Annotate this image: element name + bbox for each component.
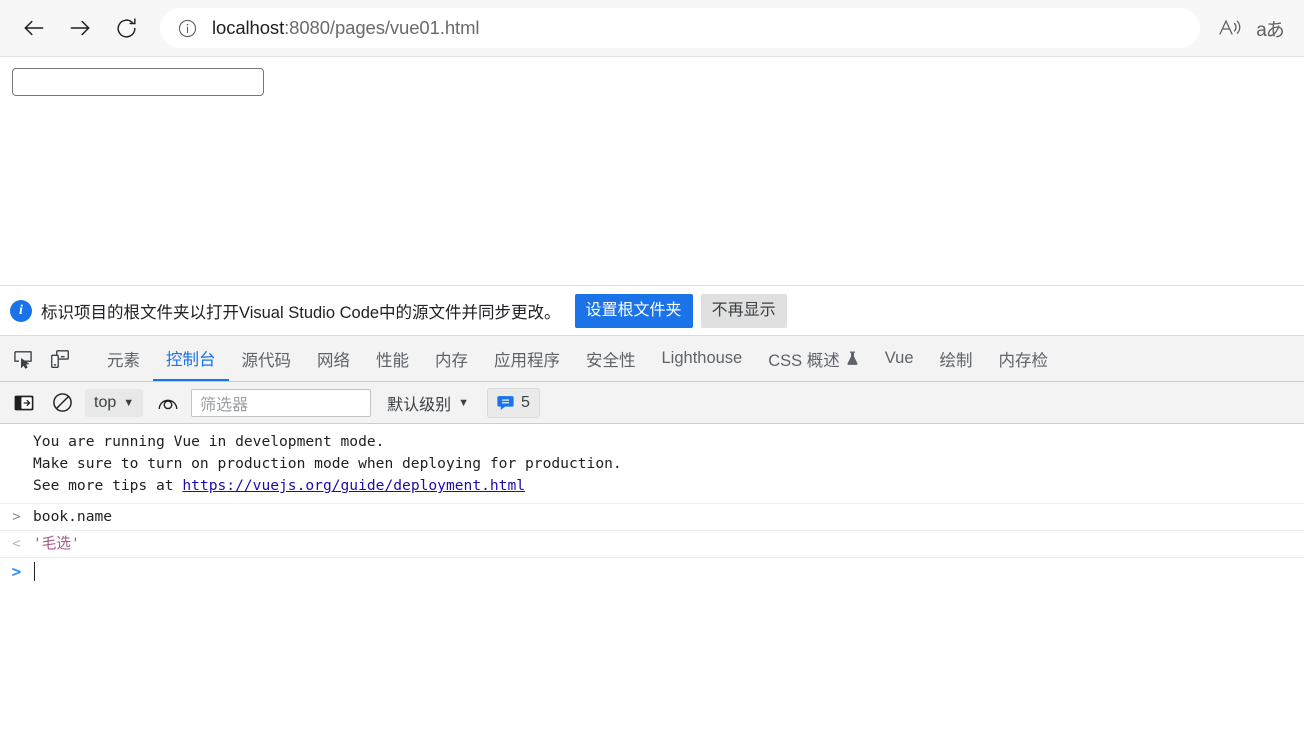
console-message-vue-warning: You are running Vue in development mode.… xyxy=(0,424,1304,504)
live-expression-button[interactable] xyxy=(153,388,183,418)
message-count-badge[interactable]: 5 xyxy=(487,387,540,418)
arrow-left-icon xyxy=(24,20,44,36)
tab-label: 绘制 xyxy=(939,351,973,370)
log-level-selector[interactable]: 默认级别 ▼ xyxy=(387,391,469,415)
inspect-element-icon xyxy=(14,350,32,369)
prompt-icon: > xyxy=(11,562,22,581)
console-output[interactable]: You are running Vue in development mode.… xyxy=(0,424,1304,754)
speech-bubble-icon xyxy=(497,395,514,411)
forward-button[interactable] xyxy=(60,8,100,48)
tab-label: 安全性 xyxy=(586,351,636,370)
tab-elements[interactable]: 元素 xyxy=(94,336,153,381)
input-gutter-icon: > xyxy=(12,509,21,525)
inspect-element-button[interactable] xyxy=(6,342,40,376)
tab-label: 性能 xyxy=(376,351,409,370)
tab-label: 网络 xyxy=(317,351,350,370)
read-aloud-button[interactable] xyxy=(1210,8,1250,48)
tab-security[interactable]: 安全性 xyxy=(573,336,649,381)
translate-icon: aあ xyxy=(1256,19,1285,41)
vscode-notice-bar: i 标识项目的根文件夹以打开Visual Studio Code中的源文件并同步… xyxy=(0,285,1304,336)
clear-console-icon xyxy=(52,393,72,412)
console-filter-input[interactable]: 筛选器 xyxy=(191,388,372,417)
output-gutter-icon: < xyxy=(12,536,21,552)
tab-label: 应用程序 xyxy=(494,351,560,370)
message-count: 5 xyxy=(521,393,530,411)
address-bar[interactable]: localhost:8080/pages/vue01.html xyxy=(160,8,1200,48)
console-output-value: '毛选' xyxy=(33,535,80,552)
tab-label: 控制台 xyxy=(166,350,216,369)
filter-placeholder: 筛选器 xyxy=(200,396,249,414)
url-host: localhost xyxy=(212,17,285,38)
tab-css-overview[interactable]: CSS 概述 xyxy=(755,336,872,381)
tab-console[interactable]: 控制台 xyxy=(153,336,229,381)
console-sidebar-icon xyxy=(14,395,34,410)
tab-memory[interactable]: 内存 xyxy=(422,336,481,381)
tab-label: Lighthouse xyxy=(661,349,743,367)
device-toolbar-button[interactable] xyxy=(43,342,77,376)
console-empty-area[interactable] xyxy=(0,585,1304,725)
warning-line-3: See more tips at xyxy=(33,477,183,494)
devtools-panel: 元素 控制台 源代码 网络 性能 内存 应用程序 安全性 Lighthouse … xyxy=(0,336,1304,754)
info-icon: i xyxy=(10,299,32,322)
dont-show-again-button[interactable]: 不再显示 xyxy=(700,293,787,328)
console-input-row: > book.name xyxy=(0,504,1304,531)
console-output-row: < '毛选' xyxy=(0,531,1304,558)
tab-memory-inspector[interactable]: 内存检 xyxy=(986,336,1062,381)
tab-label: 内存检 xyxy=(998,351,1049,370)
back-button[interactable] xyxy=(14,8,54,48)
eye-icon xyxy=(158,399,178,409)
vue-deployment-link[interactable]: https://vuejs.org/guide/deployment.html xyxy=(182,477,525,494)
console-input-expression: book.name xyxy=(33,508,113,525)
browser-toolbar: localhost:8080/pages/vue01.html aあ xyxy=(0,0,1304,57)
reload-icon xyxy=(116,17,136,37)
tab-label: Vue xyxy=(884,349,914,367)
tab-label: 元素 xyxy=(107,351,140,370)
clear-console-button[interactable] xyxy=(47,388,77,418)
tab-label: 源代码 xyxy=(241,351,292,370)
page-text-input[interactable] xyxy=(12,68,264,96)
level-label: 默认级别 xyxy=(387,396,452,414)
tab-sources[interactable]: 源代码 xyxy=(229,336,305,381)
translate-button[interactable]: aあ xyxy=(1250,8,1290,48)
notice-message: 标识项目的根文件夹以打开Visual Studio Code中的源文件并同步更改… xyxy=(41,303,561,322)
chevron-down-icon: ▼ xyxy=(458,396,470,409)
page-content xyxy=(0,57,1304,285)
devtools-tabbar: 元素 控制台 源代码 网络 性能 内存 应用程序 安全性 Lighthouse … xyxy=(0,336,1304,382)
tab-label: CSS 概述 xyxy=(768,351,840,370)
reload-button[interactable] xyxy=(106,8,146,48)
text-cursor xyxy=(34,562,35,581)
experiment-flask-icon xyxy=(846,351,859,366)
tab-label: 内存 xyxy=(435,351,468,370)
toolbar-actions: aあ xyxy=(1210,8,1290,48)
console-toolbar: top ▼ 筛选器 默认级别 ▼ 5 xyxy=(0,382,1304,424)
tab-network[interactable]: 网络 xyxy=(304,336,363,381)
set-root-folder-button[interactable]: 设置根文件夹 xyxy=(574,293,693,328)
tab-performance[interactable]: 性能 xyxy=(363,336,422,381)
warning-line-2: Make sure to turn on production mode whe… xyxy=(33,455,622,472)
read-aloud-icon xyxy=(1219,19,1241,35)
site-info-icon[interactable] xyxy=(174,15,200,41)
arrow-right-icon xyxy=(70,20,90,36)
device-toolbar-icon xyxy=(51,349,69,368)
console-prompt-row[interactable]: > xyxy=(0,558,1304,585)
console-sidebar-button[interactable] xyxy=(9,388,39,418)
url-path: :8080/pages/vue01.html xyxy=(284,17,480,38)
url-text: localhost:8080/pages/vue01.html xyxy=(212,17,479,39)
tab-lighthouse[interactable]: Lighthouse xyxy=(649,336,756,381)
tab-vue[interactable]: Vue xyxy=(872,336,927,381)
tab-application[interactable]: 应用程序 xyxy=(481,336,573,381)
tab-rendering[interactable]: 绘制 xyxy=(927,336,986,381)
context-label: top xyxy=(94,393,117,411)
chevron-down-icon: ▼ xyxy=(123,396,135,409)
javascript-context-selector[interactable]: top ▼ xyxy=(85,388,144,417)
warning-line-1: You are running Vue in development mode. xyxy=(33,433,385,450)
